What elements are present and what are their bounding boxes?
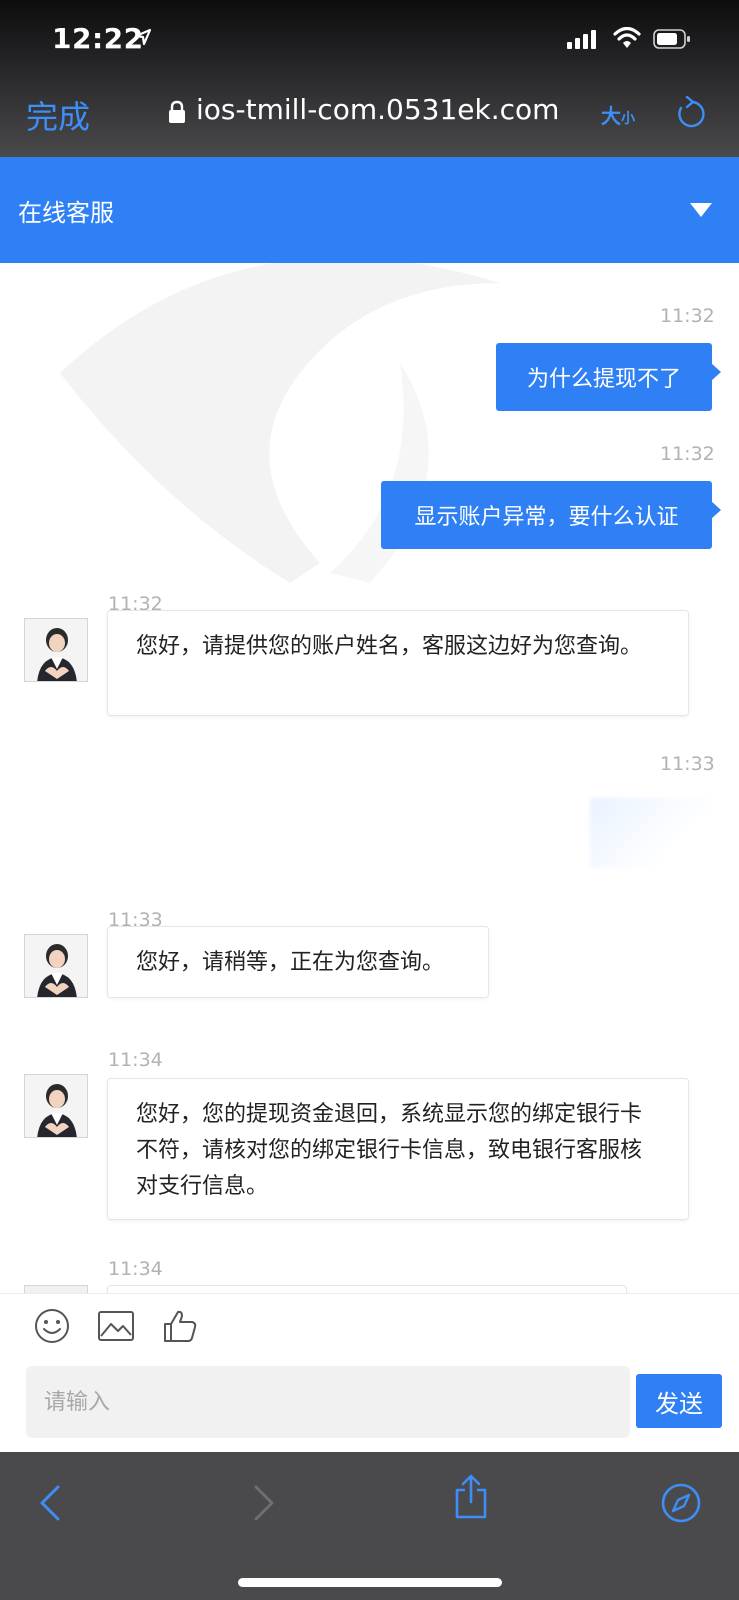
outgoing-message[interactable]: 为什么提现不了 — [496, 343, 721, 411]
reload-icon[interactable] — [676, 96, 706, 130]
message-time: 11:34 — [108, 1258, 163, 1280]
image-icon[interactable] — [97, 1308, 135, 1344]
message-time: 11:32 — [660, 305, 715, 327]
url-bar[interactable]: ios-tmill-com.0531ek.com — [196, 93, 559, 126]
message-time: 11:32 — [660, 443, 715, 465]
browser-chrome: 12:22 完成 ios-tmill-com.0531ek.com 大小 — [0, 0, 739, 157]
outgoing-image-message[interactable] — [590, 798, 712, 868]
text-size-big-label: 大 — [601, 104, 621, 128]
forward-icon[interactable] — [252, 1484, 276, 1522]
incoming-message[interactable]: 您好，请稍等，正在为您查询。 — [107, 926, 489, 998]
message-time: 11:34 — [108, 1049, 163, 1071]
send-button[interactable]: 发送 — [636, 1374, 722, 1428]
incoming-message[interactable]: 您好，请提供您的账户姓名，客服这边好为您查询。 — [107, 610, 689, 716]
agent-avatar — [24, 1285, 88, 1293]
share-icon[interactable] — [453, 1474, 489, 1520]
agent-avatar — [24, 618, 88, 682]
location-arrow-icon — [134, 28, 152, 46]
page-title: 在线客服 — [18, 199, 114, 227]
outgoing-message[interactable]: 显示账户异常，要什么认证 — [381, 481, 721, 549]
battery-icon — [653, 29, 690, 49]
agent-avatar-image — [25, 1075, 87, 1137]
emoji-icon[interactable] — [34, 1308, 70, 1344]
lock-icon — [169, 100, 185, 123]
done-button[interactable]: 完成 — [26, 92, 90, 138]
thumbs-up-icon[interactable] — [162, 1308, 198, 1344]
text-size-small-label: 小 — [621, 111, 635, 127]
back-icon[interactable] — [38, 1484, 62, 1522]
agent-avatar — [24, 934, 88, 998]
caret-down-icon[interactable] — [690, 203, 712, 217]
agent-avatar-image — [25, 935, 87, 997]
home-indicator — [238, 1578, 502, 1587]
input-toolbar: 发送 — [0, 1293, 739, 1453]
incoming-message[interactable]: 您好，您的提现资金退回，系统显示您的绑定银行卡不符，请核对您的绑定银行卡信息，致… — [107, 1078, 689, 1220]
agent-avatar — [24, 1074, 88, 1138]
chat-messages[interactable]: 11:32 为什么提现不了 11:32 显示账户异常，要什么认证 11:32 您… — [0, 263, 739, 1293]
text-size-button[interactable]: 大小 — [601, 100, 635, 129]
agent-avatar-image — [25, 619, 87, 681]
chat-header: 在线客服 — [0, 157, 739, 263]
message-time: 11:33 — [660, 753, 715, 775]
incoming-message[interactable] — [107, 1285, 627, 1293]
message-input[interactable] — [26, 1366, 630, 1438]
status-time: 12:22 — [52, 22, 144, 55]
signal-icon — [567, 30, 596, 49]
compass-icon[interactable] — [660, 1482, 702, 1524]
wifi-icon — [613, 27, 641, 48]
